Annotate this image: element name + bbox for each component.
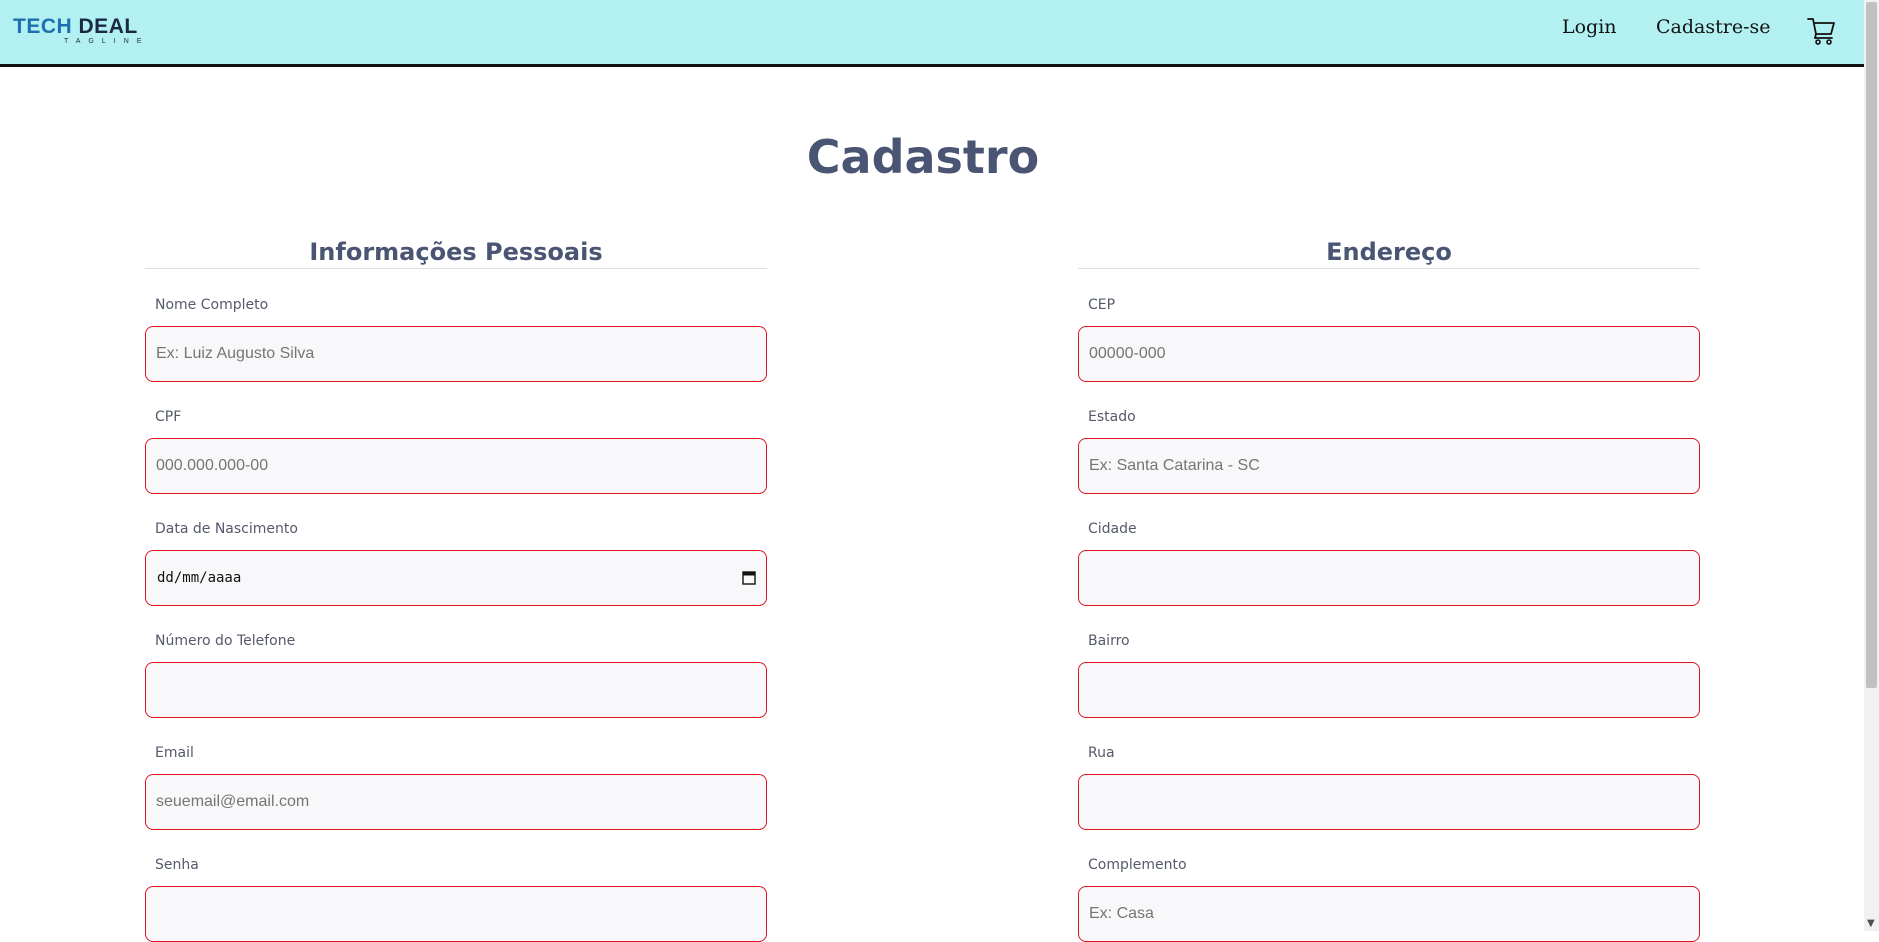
address-title: Endereço <box>1078 236 1700 269</box>
logo-tagline: TAGLINE <box>64 38 150 45</box>
password-input[interactable] <box>145 886 767 942</box>
logo-deal: DEAL <box>78 15 138 38</box>
complement-label: Complemento <box>1088 857 1187 873</box>
city-input[interactable] <box>1078 550 1700 606</box>
email-input[interactable] <box>145 774 767 830</box>
state-label: Estado <box>1088 409 1136 425</box>
top-navbar: TECH DEAL TAGLINE Login Cadastre-se <box>0 0 1864 67</box>
personal-info-title: Informações Pessoais <box>145 236 767 269</box>
logo-tech: TECH <box>13 15 73 38</box>
birth-date-value: dd/mm/aaaa <box>157 570 242 586</box>
complement-input[interactable] <box>1078 886 1700 942</box>
phone-input[interactable] <box>145 662 767 718</box>
scroll-down-arrow-icon[interactable]: ▼ <box>1867 919 1875 929</box>
address-section: Endereço CEP Estado Cidade Bairro Rua Co… <box>1078 236 1700 942</box>
personal-info-section: Informações Pessoais Nome Completo CPF D… <box>145 236 767 942</box>
cep-input[interactable] <box>1078 326 1700 382</box>
page-scrollbar[interactable]: ▼ <box>1864 0 1879 931</box>
city-label: Cidade <box>1088 521 1137 537</box>
shopping-cart-icon[interactable] <box>1806 14 1838 46</box>
page-title: Cadastro <box>806 130 1040 184</box>
phone-label: Número do Telefone <box>155 633 296 649</box>
street-input[interactable] <box>1078 774 1700 830</box>
cpf-input[interactable] <box>145 438 767 494</box>
logo[interactable]: TECH DEAL TAGLINE <box>13 16 149 46</box>
logo-text: TECH DEAL <box>13 16 149 38</box>
full-name-label: Nome Completo <box>155 297 269 313</box>
password-label: Senha <box>155 857 199 873</box>
signup-link[interactable]: Cadastre-se <box>1656 16 1770 38</box>
full-name-input[interactable] <box>145 326 767 382</box>
birth-date-label: Data de Nascimento <box>155 521 298 537</box>
birth-date-input[interactable]: dd/mm/aaaa <box>145 550 767 606</box>
email-label: Email <box>155 745 194 761</box>
neighborhood-label: Bairro <box>1088 633 1130 649</box>
cep-label: CEP <box>1088 297 1116 313</box>
login-link[interactable]: Login <box>1562 16 1617 38</box>
calendar-icon[interactable] <box>742 570 756 585</box>
cpf-label: CPF <box>155 409 182 425</box>
state-input[interactable] <box>1078 438 1700 494</box>
scrollbar-thumb[interactable] <box>1866 2 1877 688</box>
neighborhood-input[interactable] <box>1078 662 1700 718</box>
street-label: Rua <box>1088 745 1115 761</box>
